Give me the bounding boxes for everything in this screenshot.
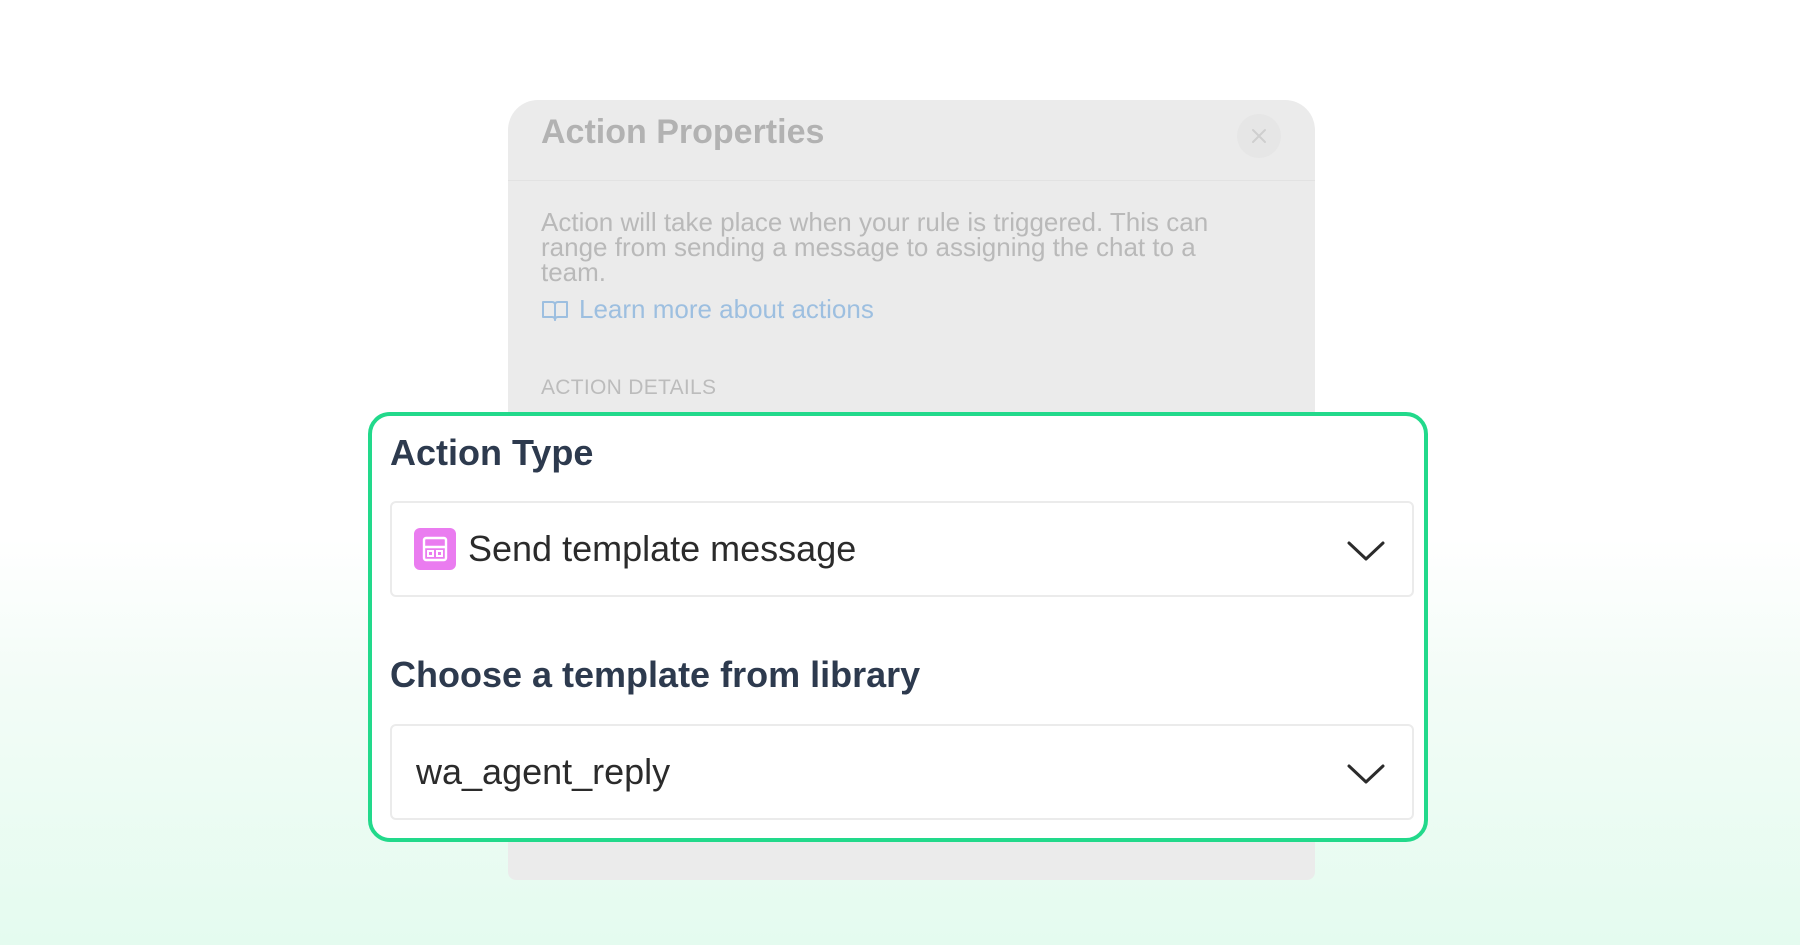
book-icon	[542, 300, 568, 321]
action-type-value: Send template message	[468, 528, 857, 569]
template-icon	[414, 528, 456, 570]
section-label: ACTION DETAILS	[541, 376, 717, 399]
action-type-label: Action Type	[390, 432, 594, 473]
learn-more-link[interactable]: Learn more about actions	[541, 294, 874, 325]
close-icon	[1252, 129, 1266, 143]
template-value: wa_agent_reply	[416, 751, 671, 792]
learn-more-label[interactable]: Learn more about actions	[579, 294, 874, 325]
panel-description: Action will take place when your rule is…	[541, 207, 1209, 287]
close-button[interactable]	[1237, 114, 1281, 158]
chevron-down-icon[interactable]	[1346, 533, 1386, 569]
chevron-down-icon[interactable]	[1346, 756, 1386, 792]
template-label: Choose a template from library	[390, 654, 921, 695]
template-select[interactable]: wa_agent_reply	[390, 724, 1414, 820]
panel-header: Action Properties	[508, 100, 1315, 181]
highlighted-action-card: Action Type Send template message Choose…	[368, 412, 1428, 842]
action-type-select[interactable]: Send template message	[390, 501, 1414, 597]
panel-title: Action Properties	[541, 113, 825, 151]
